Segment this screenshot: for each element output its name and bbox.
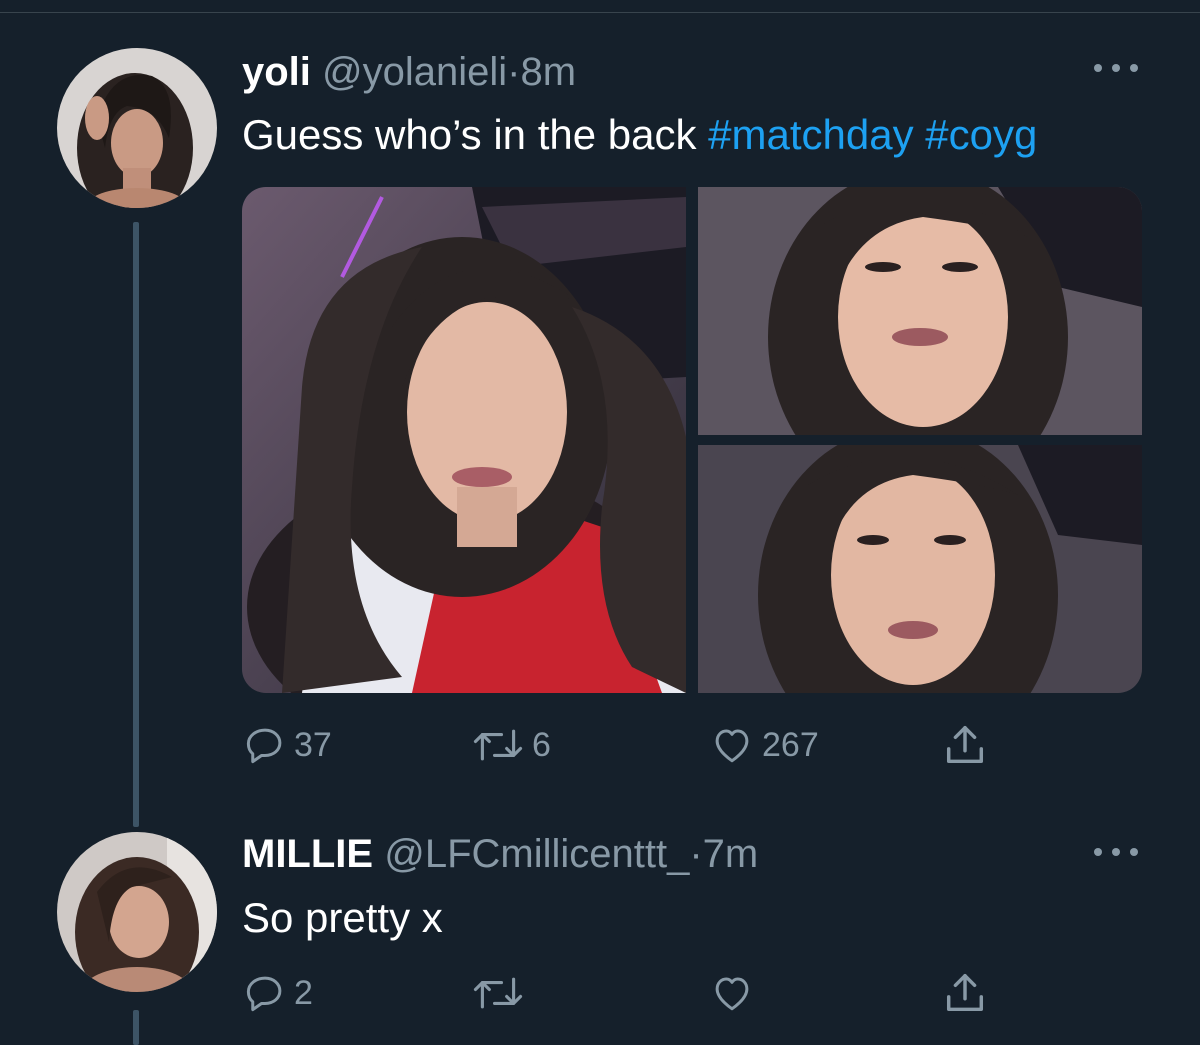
share-icon [946, 726, 984, 764]
selfie-photo-3[interactable] [698, 445, 1142, 693]
hashtag-link[interactable]: #matchday [708, 111, 913, 158]
reply-icon [246, 728, 282, 764]
selfie-photo-2[interactable] [698, 187, 1142, 435]
share-button[interactable] [942, 970, 988, 1016]
retweet-button[interactable] [472, 972, 532, 1014]
timestamp[interactable]: 8m [521, 50, 577, 94]
avatar-yoli-image [57, 48, 217, 208]
avatar[interactable] [57, 832, 217, 992]
retweet-icon [473, 729, 523, 761]
media-grid[interactable] [242, 187, 1142, 693]
separator-dot: · [507, 50, 521, 94]
reply-button[interactable]: 37 [244, 724, 332, 766]
reply-button[interactable]: 2 [244, 972, 313, 1014]
selfie-photo-1[interactable] [242, 187, 686, 693]
retweet-count: 6 [532, 726, 551, 764]
user-handle[interactable]: @LFCmillicenttt_ [384, 832, 689, 876]
share-icon [946, 974, 984, 1012]
retweet-icon [473, 977, 523, 1009]
top-divider [0, 12, 1200, 13]
timestamp[interactable]: 7m [703, 832, 759, 876]
separator-dot: · [689, 832, 703, 876]
share-button[interactable] [942, 722, 988, 768]
display-name[interactable]: MILLIE [242, 832, 373, 876]
thread-line [133, 222, 139, 827]
tweet-text: So pretty x [242, 897, 443, 939]
tweet-header: MILLIE @LFCmillicenttt_·7m [242, 834, 758, 874]
tweet-body: Guess who’s in the back [242, 111, 709, 158]
display-name[interactable]: yoli [242, 50, 311, 94]
tweet-body: So pretty x [242, 894, 443, 941]
reply-count: 2 [294, 974, 313, 1012]
like-button[interactable]: 267 [710, 724, 819, 766]
tweet-text: Guess who’s in the back #matchday #coyg [242, 114, 1037, 156]
like-button[interactable] [710, 972, 762, 1014]
like-icon [715, 729, 749, 763]
reply-count: 37 [294, 726, 332, 764]
more-icon[interactable] [1094, 58, 1138, 78]
avatar-millie-image [57, 832, 217, 992]
tweet-header: yoli @yolanieli·8m [242, 52, 576, 92]
more-icon[interactable] [1094, 842, 1138, 862]
like-count: 267 [762, 726, 819, 764]
hashtag-link[interactable]: #coyg [925, 111, 1037, 158]
like-icon [715, 977, 749, 1011]
thread-line-bottom [133, 1010, 139, 1045]
retweet-button[interactable]: 6 [472, 724, 551, 766]
reply-icon [246, 976, 282, 1012]
avatar[interactable] [57, 48, 217, 208]
user-handle[interactable]: @yolanieli [322, 50, 507, 94]
